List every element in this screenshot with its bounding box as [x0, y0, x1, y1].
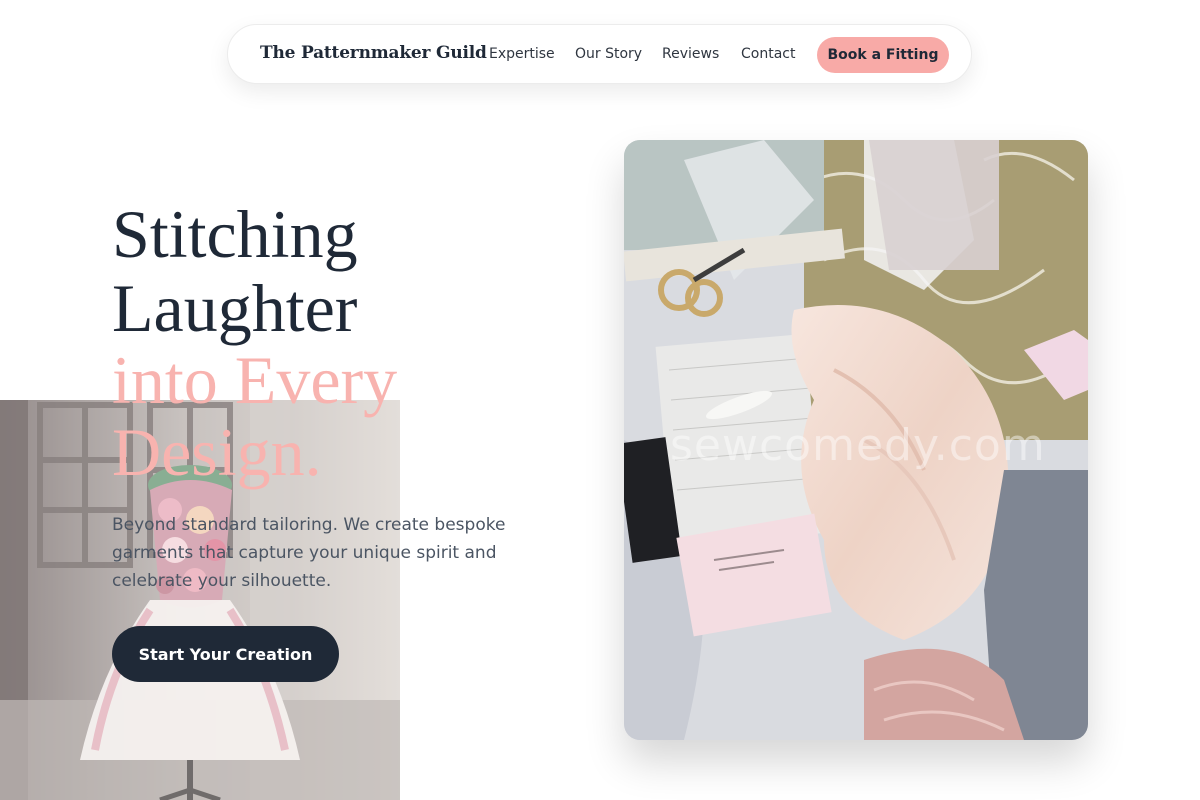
- hero-title-line-2: Laughter: [112, 270, 358, 346]
- hero-subtitle-line-2: garments that capture your unique spirit…: [112, 543, 497, 563]
- hero-title-line-3: into Every: [112, 342, 398, 418]
- start-creation-button[interactable]: Start Your Creation: [112, 626, 339, 682]
- hero-subtitle-line-3: celebrate your silhouette.: [112, 571, 332, 591]
- brand-logo-text[interactable]: The Patternmaker Guild: [260, 43, 487, 63]
- hero-title-line-1: Stitching: [112, 196, 358, 272]
- nav-link-expertise[interactable]: Expertise: [489, 46, 555, 62]
- book-fitting-button[interactable]: Book a Fitting: [817, 37, 949, 73]
- nav-link-our-story[interactable]: Our Story: [575, 46, 642, 62]
- top-navbar: The Patternmaker Guild Expertise Our Sto…: [227, 24, 972, 84]
- hero-subtitle-line-1: Beyond standard tailoring. We create bes…: [112, 515, 506, 535]
- hero-title-line-4: Design.: [112, 414, 322, 490]
- site-watermark: sewcomedy.com: [670, 420, 1046, 471]
- nav-link-contact[interactable]: Contact: [741, 46, 795, 62]
- nav-link-reviews[interactable]: Reviews: [662, 46, 719, 62]
- hero-subtitle: Beyond standard tailoring. We create bes…: [112, 511, 522, 595]
